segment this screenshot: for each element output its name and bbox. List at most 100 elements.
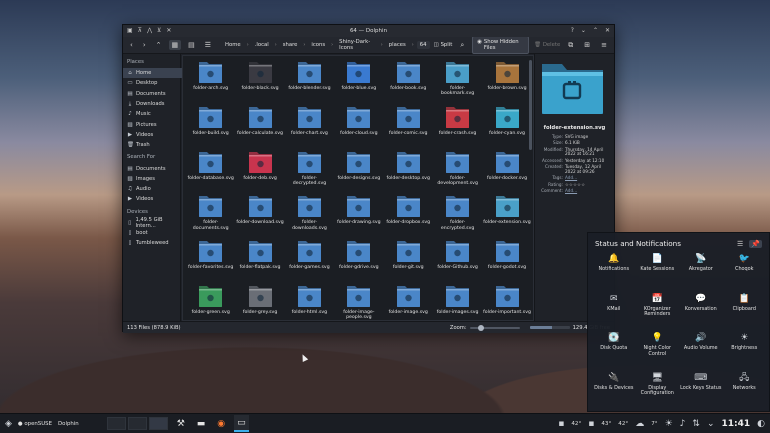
dolphin-task-icon[interactable]: ▭ [234,415,249,432]
brightness-tray-icon[interactable]: ☀ [665,419,673,429]
minimize-icon[interactable]: ⌄ [581,28,586,34]
tray-item-notifications[interactable]: 🔔 Notifications [592,254,636,294]
meta-add-link[interactable]: Add... [565,188,610,194]
file-item[interactable]: folder-favorites.svg [186,239,235,284]
titlebar[interactable]: ▣ ⊼ ⋀ ⊻ ✕ 64 — Dolphin ? ⌄ ⌃ ✕ [123,25,614,37]
zoom-slider-handle[interactable] [478,324,485,331]
split-button[interactable]: ◫ Split [434,42,453,48]
shade-icon[interactable]: ⊻ [157,28,161,34]
tray-item-networks[interactable]: 🖧 Networks [723,373,767,413]
file-item[interactable]: folder-cloud.svg [334,105,383,150]
details-view-icon[interactable]: ☰ [202,40,214,50]
tray-item-audio-volume[interactable]: 🔊 Audio Volume [679,333,723,373]
file-item[interactable]: folder-comic.svg [384,105,433,150]
file-item[interactable]: folder-black.svg [235,60,284,105]
breadcrumb-item[interactable]: share [280,41,301,49]
file-item[interactable]: folder-brown.svg [482,60,531,105]
tray-settings-icon[interactable]: ☰ [737,240,743,248]
sidebar-item-1-49-5-gib-intern[interactable]: ▯ 1,49.5 GiB Intern... [127,217,180,229]
file-item[interactable]: folder-blue.svg [334,60,383,105]
sidebar-item-downloads[interactable]: ⤓ Downloads [127,99,180,109]
file-item[interactable]: folder-gdrive.svg [334,239,383,284]
file-item[interactable]: folder-deb.svg [235,150,284,195]
sidebar-item-trash[interactable]: 🗑 Trash [127,140,180,150]
file-item[interactable]: folder-drawing.svg [334,194,383,239]
pin-icon[interactable]: ⊼ [138,28,142,34]
network-tray-icon[interactable]: ⇅ [692,419,700,429]
sidebar-item-pictures[interactable]: ▨ Pictures [127,119,180,129]
sidebar-item-videos[interactable]: ▶ Videos [127,130,180,140]
volume-tray-icon[interactable]: ♪ [680,419,686,429]
weather-icon[interactable]: ☁ [635,419,644,429]
file-item[interactable]: folder-arch.svg [186,60,235,105]
file-item[interactable]: folder-image-people.svg [334,284,383,320]
file-item[interactable]: folder-chart.svg [285,105,334,150]
tray-item-kmail[interactable]: ✉ KMail [592,294,636,334]
tray-item-lock-keys-status[interactable]: ⌨ Lock Keys Status [679,373,723,413]
icons-view-icon[interactable]: ▦ [168,40,182,50]
file-item[interactable]: folder-Github.svg [433,239,482,284]
file-item[interactable]: folder-build.svg [186,105,235,150]
terminal-icon[interactable]: ▬ [194,415,209,432]
tray-pin-icon[interactable]: 📌 [749,239,762,248]
back-icon[interactable]: ‹ [127,40,136,50]
breadcrumb-item[interactable]: .local [252,41,272,49]
app-icon[interactable]: ▣ [127,28,133,34]
file-item[interactable]: folder-decrypted.svg [285,150,334,195]
file-item[interactable]: folder-docker.svg [482,150,531,195]
file-item[interactable]: folder-flatpak.svg [235,239,284,284]
keep-above-icon[interactable]: ⋀ [147,28,152,34]
desktop-1[interactable] [106,417,126,430]
meta-add-link[interactable]: Add... [565,176,610,181]
up-icon[interactable]: ⌃ [153,40,165,50]
tray-item-disks-devices[interactable]: 🔌 Disks & Devices [592,373,636,413]
desktop-2[interactable] [127,417,147,430]
file-item[interactable]: folder-download.svg [235,194,284,239]
tray-item-night-color-control[interactable]: 💡 Night Color Control [636,333,680,373]
file-item[interactable]: folder-desktop.svg [384,150,433,195]
file-item[interactable]: folder-crash.svg [433,105,482,150]
application-launcher-icon[interactable]: ◈ [5,419,12,429]
sidebar-item-documents[interactable]: ▤ Documents [127,89,180,99]
file-item[interactable]: folder-documents.svg [186,194,235,239]
delete-button[interactable]: 🗑 Delete [534,42,560,48]
meta-value[interactable]: ☆☆☆☆☆ [565,182,610,188]
close-icon[interactable]: ✕ [605,28,610,34]
breadcrumb-item[interactable]: Shiny-Dark-Icons [336,38,378,52]
sidebar-item-audio[interactable]: ♫ Audio [127,184,180,194]
expand-tray-icon[interactable]: ⌄ [707,419,715,429]
file-item[interactable]: folder-dropbox.svg [384,194,433,239]
sidebar-item-videos[interactable]: ▶ Videos [127,194,180,204]
file-item[interactable]: folder-cyan.svg [482,105,531,150]
sidebar-item-home[interactable]: ⌂ Home [123,68,185,79]
desktop-3[interactable] [148,417,168,430]
breadcrumb-item[interactable]: icons [308,41,328,49]
sidebar-item-boot[interactable]: ▯ boot [127,228,180,238]
new-folder-icon[interactable]: ⊞ [581,40,593,50]
file-item[interactable]: folder-games.svg [285,239,334,284]
sidebar-item-desktop[interactable]: ▭ Desktop [127,78,180,88]
file-item[interactable]: folder-images.svg [433,284,482,320]
tray-item-kate-sessions[interactable]: 📄 Kate Sessions [636,254,680,294]
tray-item-brightness[interactable]: ☀ Brightness [723,333,767,373]
file-item[interactable]: folder-designs.svg [334,150,383,195]
tray-item-akregator[interactable]: 📡 Akregator [679,254,723,294]
show-desktop-icon[interactable]: ◐ [757,419,765,429]
file-item[interactable]: folder-html.svg [285,284,334,320]
help-icon[interactable]: ? [571,28,574,34]
maximize-icon[interactable]: ⌃ [593,28,598,34]
file-item[interactable]: folder-important.svg [482,284,531,320]
file-item[interactable]: folder-database.svg [186,150,235,195]
hamburger-menu-icon[interactable]: ≡ [598,40,610,50]
tray-item-display-configuration[interactable]: 🖥 Display Configuration [636,373,680,413]
breadcrumb-item[interactable]: 64 [416,41,430,49]
wrench-icon[interactable]: ⚒ [174,415,188,432]
tray-item-choqok[interactable]: 🐦 Choqok [723,254,767,294]
tray-item-disk-quota[interactable]: 💽 Disk Quota [592,333,636,373]
file-item[interactable]: folder-downloads.svg [285,194,334,239]
tray-item-clipboard[interactable]: 📋 Clipboard [723,294,767,334]
forward-icon[interactable]: › [140,40,149,50]
sidebar-item-music[interactable]: ♪ Music [127,109,180,119]
sidebar-item-documents[interactable]: ▤ Documents [127,163,180,173]
file-item[interactable]: folder-extension.svg [482,194,531,239]
